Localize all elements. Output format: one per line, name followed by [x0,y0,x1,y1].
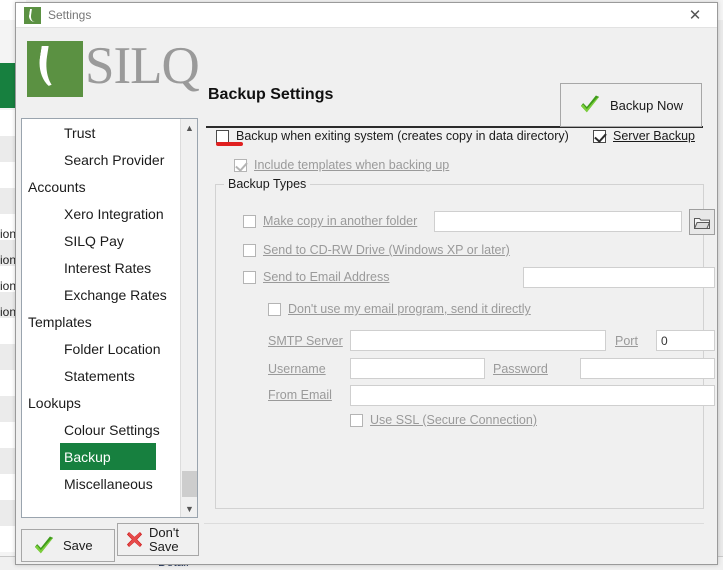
dialog-header: SILQ Backup Settings Backup Now [16,28,717,128]
sidebar-item-label: Xero Integration [64,205,164,222]
sidebar-item-templates[interactable]: Templates [22,308,180,335]
sidebar-item-xero-integration[interactable]: Xero Integration [22,200,180,227]
password-input [580,358,715,379]
settings-navigation-tree[interactable]: Trust Search Provider Accounts Xero Integra… [21,118,198,518]
include-templates-checkbox [234,158,247,172]
backup-on-exit-checkbox[interactable] [216,129,229,143]
smtp-server-input [350,330,606,351]
sidebar-item-label: Search Provider [64,151,165,168]
sidebar-item-label: Colour Settings [64,421,160,438]
sidebar-item-label: Exchange Rates [64,286,167,303]
chevron-down-icon[interactable]: ▼ [181,500,197,517]
sidebar-item-accounts[interactable]: Accounts [22,173,180,200]
sidebar-item-label: Lookups [28,394,81,411]
sidebar-item-colour-settings[interactable]: Colour Settings [22,416,180,443]
backup-types-title: Backup Types [224,177,311,191]
port-label: Port [615,334,638,348]
from-email-input [350,385,715,406]
save-button-label: Save [63,538,93,553]
sidebar-item-lookups[interactable]: Lookups [22,389,180,416]
sidebar-item-interest-rates[interactable]: Interest Rates [22,254,180,281]
server-backup-label: Server Backup [613,129,695,143]
include-templates-row: Include templates when backing up [234,158,449,172]
send-cdrw-row: Send to CD-RW Drive (Windows XP or later… [243,243,510,257]
make-copy-label: Make copy in another folder [263,214,418,228]
send-directly-label: Don't use my email program, send it dire… [288,302,531,316]
server-backup-row[interactable]: Server Backup [593,129,695,143]
chevron-up-icon[interactable]: ▲ [181,119,197,136]
backup-settings-panel: Backup when exiting system (creates copy… [204,116,715,536]
sidebar-item-label: Templates [28,313,92,330]
port-input [656,330,715,351]
silq-brand-logo: SILQ [27,36,200,97]
backup-now-label: Backup Now [610,97,683,113]
sidebar-item-miscellaneous[interactable]: Miscellaneous [22,470,180,497]
send-directly-row: Don't use my email program, send it dire… [268,302,531,316]
sidebar-item-label: SILQ Pay [64,232,124,249]
password-label: Password [493,362,548,376]
panel-divider [204,523,704,524]
send-email-label: Send to Email Address [263,270,390,284]
red-cross-icon [126,531,143,548]
dont-save-button[interactable]: Don't Save [117,523,199,556]
green-check-icon [34,535,54,553]
sidebar-item-statements[interactable]: Statements [22,362,180,389]
background-text-fragment: ion [0,227,17,241]
send-directly-checkbox [268,302,281,316]
backup-on-exit-label: Backup when exiting system (creates copy… [236,129,569,143]
use-ssl-checkbox [350,413,363,427]
use-ssl-label: Use SSL (Secure Connection) [370,413,537,427]
browse-folder-button [689,209,715,235]
sidebar-item-label: Interest Rates [64,259,152,276]
server-backup-checkbox[interactable] [593,129,606,143]
silq-logo-text: SILQ [85,36,200,95]
scrollbar-thumb[interactable] [182,471,197,497]
sidebar-item-label: Backup [64,448,111,465]
annotation-highlight [216,142,243,146]
send-cdrw-label: Send to CD-RW Drive (Windows XP or later… [263,243,510,257]
background-text-fragment: ion [0,279,17,293]
dont-save-label-line1: Don't [149,524,179,540]
sidebar-item-label: Accounts [28,178,86,195]
dont-save-label-line2: Save [149,538,179,554]
sidebar-item-label: Miscellaneous [64,475,153,492]
send-email-row: Send to Email Address [243,270,389,284]
sidebar-item-silq-pay[interactable]: SILQ Pay [22,227,180,254]
sidebar-item-trust[interactable]: Trust [22,119,180,146]
settings-dialog: Settings ✕ SILQ Backup Settings Backup N… [15,2,718,565]
sidebar-item-search-provider[interactable]: Search Provider [22,146,180,173]
include-templates-label: Include templates when backing up [254,158,450,172]
make-copy-row: Make copy in another folder [243,214,417,228]
send-cdrw-checkbox [243,243,256,257]
make-copy-path-input [434,211,682,232]
page-title: Backup Settings [208,86,334,103]
send-email-address-input [523,267,715,288]
sidebar-item-label: Folder Location [64,340,161,357]
from-email-label: From Email [268,388,332,402]
backup-on-exit-row[interactable]: Backup when exiting system (creates copy… [216,129,569,143]
username-label: Username [268,362,326,376]
silq-logo-icon [24,6,41,24]
dialog-titlebar: Settings ✕ [16,3,717,28]
backup-types-groupbox: Backup Types Make copy in another folder… [215,177,715,509]
background-text-fragment: ion [0,253,17,267]
save-button[interactable]: Save [21,529,115,562]
green-check-icon [580,95,600,113]
window-title: Settings [48,8,92,22]
background-text-fragment: ion [0,305,17,319]
sidebar-item-folder-location[interactable]: Folder Location [22,335,180,362]
make-copy-checkbox [243,214,256,228]
folder-icon [694,217,710,229]
silq-logo-mark-icon [27,41,83,97]
use-ssl-row: Use SSL (Secure Connection) [350,413,537,427]
close-icon[interactable]: ✕ [673,3,717,27]
sidebar-item-label: Trust [64,124,96,141]
smtp-server-label: SMTP Server [268,334,343,348]
username-input [350,358,485,379]
sidebar-item-exchange-rates[interactable]: Exchange Rates [22,281,180,308]
tree-scrollbar[interactable]: ▲ ▼ [180,119,197,517]
sidebar-item-label: Statements [64,367,135,384]
sidebar-item-backup[interactable]: Backup [60,443,156,470]
send-email-checkbox [243,270,256,284]
